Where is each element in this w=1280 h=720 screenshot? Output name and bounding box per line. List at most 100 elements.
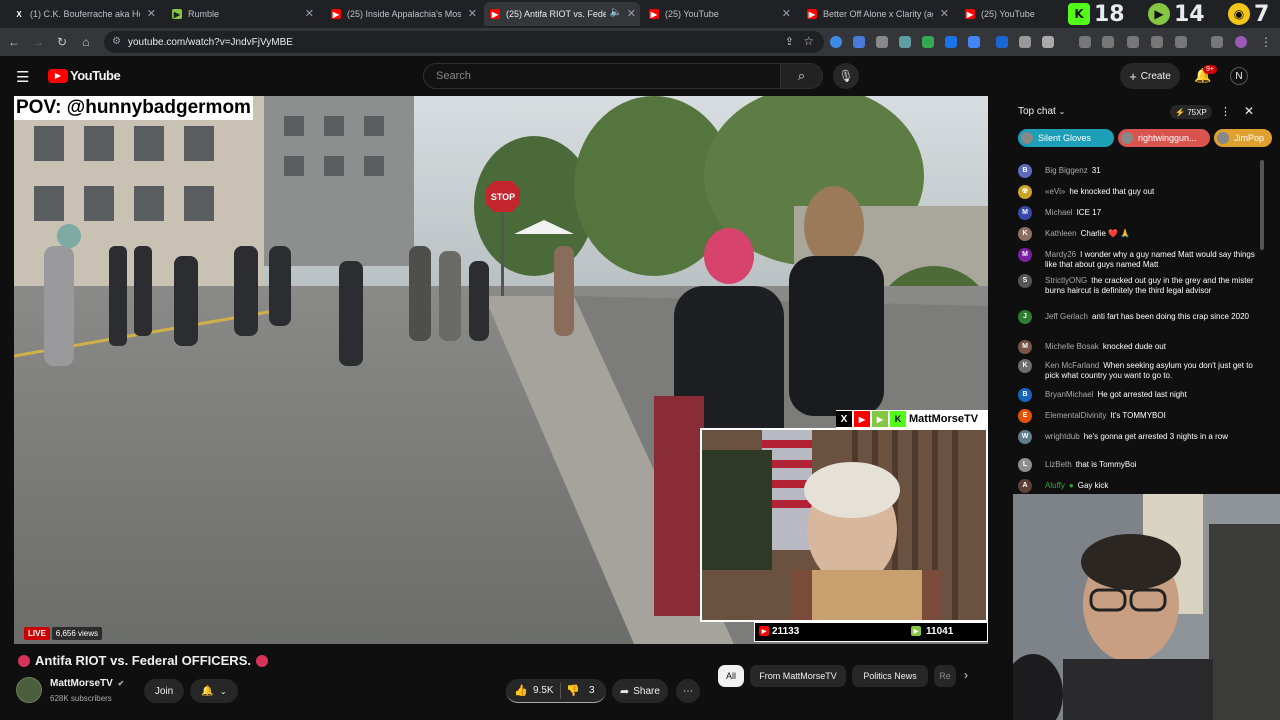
dislike-count[interactable]: 3 — [589, 685, 595, 696]
ticker-item[interactable]: Silent Gloves — [1018, 129, 1114, 147]
close-icon[interactable]: ✕ — [627, 7, 636, 20]
chat-author[interactable]: StrictlyONG — [1045, 276, 1087, 285]
more-vert-icon[interactable]: ⋮ — [1220, 105, 1231, 118]
chat-avatar[interactable]: W — [1018, 430, 1032, 444]
chip-partial[interactable]: Re — [934, 665, 956, 687]
browser-tab[interactable]: X (1) C.K. Bouferrache aka Honey ✕ — [8, 2, 160, 26]
chip-from-channel[interactable]: From MattMorseTV — [750, 665, 846, 687]
chat-author[interactable]: wrightdub — [1045, 432, 1080, 441]
ticker-item[interactable]: rightwinggun... — [1118, 129, 1210, 147]
extension-icon[interactable] — [922, 36, 934, 48]
chat-avatar[interactable]: K — [1018, 227, 1032, 241]
channel-name[interactable]: MattMorseTV — [50, 678, 113, 689]
search-input[interactable]: Search — [423, 63, 781, 89]
close-icon[interactable]: ✕ — [468, 7, 477, 20]
chat-author[interactable]: Michael — [1045, 208, 1073, 217]
search-button[interactable]: ⌕ — [781, 63, 823, 89]
channel-avatar[interactable] — [16, 677, 42, 703]
back-icon[interactable]: ← — [6, 34, 22, 50]
browser-tab[interactable]: ▶ (25) YouTube ✕ — [643, 2, 795, 26]
download-icon[interactable] — [1175, 36, 1187, 48]
chat-mode-dropdown[interactable]: Top chat ⌄ — [1018, 106, 1065, 117]
browser-tab-active[interactable]: ▶ (25) Antifa RIOT vs. Fede 🔈 ✕ — [484, 2, 640, 26]
chat-author[interactable]: Michelle Bosak — [1045, 342, 1099, 351]
site-info-icon[interactable]: ⚙ — [112, 36, 121, 47]
chat-author[interactable]: Kathleen — [1045, 229, 1077, 238]
chat-avatar[interactable]: B — [1018, 388, 1032, 402]
extension-icon[interactable] — [1019, 36, 1031, 48]
chevron-right-icon[interactable]: › — [964, 668, 968, 682]
chat-avatar[interactable]: ☢ — [1018, 185, 1032, 199]
chat-author[interactable]: Mardy26 — [1045, 250, 1076, 259]
browser-tab[interactable]: ▶ Better Off Alone x Clarity (agai ✕ — [801, 2, 953, 26]
create-button[interactable]: + Create — [1120, 63, 1180, 89]
account-avatar[interactable]: N — [1230, 67, 1248, 85]
close-icon[interactable]: ✕ — [147, 7, 156, 20]
close-icon[interactable]: ✕ — [940, 7, 949, 20]
share-button[interactable]: ➦ Share — [612, 679, 668, 703]
browser-tab[interactable]: ▶ (25) Inside Appalachia's Most S ✕ — [325, 2, 481, 26]
browser-tab[interactable]: ▶ (25) YouTube — [959, 2, 1059, 26]
chat-avatar[interactable]: M — [1018, 248, 1032, 262]
chat-author[interactable]: Big Biggenz — [1045, 166, 1088, 175]
close-icon[interactable]: ✕ — [782, 7, 791, 20]
hamburger-menu-icon[interactable]: ☰ — [16, 68, 29, 86]
extension-icon[interactable] — [968, 36, 980, 48]
extension-icon[interactable] — [830, 36, 842, 48]
thumbs-down-icon[interactable]: 👎 — [566, 684, 580, 697]
close-icon[interactable]: ✕ — [1244, 104, 1254, 118]
reload-icon[interactable]: ↻ — [54, 34, 70, 50]
address-bar[interactable]: ⚙ youtube.com/watch?v=JndvFjVyMBE ⇪ ☆ — [104, 31, 824, 53]
points-badge[interactable]: ⚡ 75XP — [1170, 105, 1212, 119]
youtube-logo[interactable]: ▶ YouTube — [48, 68, 121, 83]
chat-avatar[interactable]: L — [1018, 458, 1032, 472]
extension-icon[interactable] — [876, 36, 888, 48]
thumbs-up-icon[interactable]: 👍 — [514, 684, 528, 697]
chat-author[interactable]: Jeff Gerlach — [1045, 312, 1088, 321]
extension-icon[interactable] — [1102, 36, 1114, 48]
chat-author[interactable]: «eVi» — [1045, 187, 1065, 196]
chip-politics-news[interactable]: Politics News — [852, 665, 928, 687]
home-icon[interactable]: ⌂ — [78, 34, 94, 50]
chip-all[interactable]: All — [718, 665, 744, 687]
more-actions-button[interactable]: ⋯ — [676, 679, 700, 703]
profile-avatar[interactable] — [1235, 36, 1247, 48]
chat-author[interactable]: LizBeth — [1045, 460, 1072, 469]
extension-icon[interactable] — [945, 36, 957, 48]
chat-avatar[interactable]: B — [1018, 164, 1032, 178]
chat-author-member[interactable]: Aluffy — [1045, 481, 1065, 490]
close-icon[interactable]: ✕ — [305, 7, 314, 20]
chat-author[interactable]: ElementalDivinity — [1045, 411, 1106, 420]
chat-avatar[interactable]: M — [1018, 340, 1032, 354]
chat-avatar[interactable]: K — [1018, 359, 1032, 373]
chat-author[interactable]: BryanMichael — [1045, 390, 1093, 399]
subscribed-button[interactable]: 🔔 ⌄ — [190, 679, 238, 703]
extension-icon[interactable] — [899, 36, 911, 48]
sidepanel-icon[interactable] — [1151, 36, 1163, 48]
voice-search-button[interactable]: 🎙 — [833, 63, 859, 89]
more-vert-icon[interactable]: ⋮ — [1258, 34, 1274, 50]
ticker-item[interactable]: JimPop — [1214, 129, 1272, 147]
chat-avatar[interactable]: A — [1018, 479, 1032, 493]
extension-icon[interactable] — [853, 36, 865, 48]
puzzle-icon[interactable] — [1042, 36, 1054, 48]
install-icon[interactable]: ⇪ — [785, 35, 794, 48]
bookmark-star-icon[interactable]: ☆ — [803, 34, 814, 48]
history-icon[interactable] — [1079, 36, 1091, 48]
chat-scrollbar[interactable] — [1260, 160, 1264, 250]
chat-avatar[interactable]: M — [1018, 206, 1032, 220]
code-icon[interactable] — [1127, 36, 1139, 48]
chat-avatar[interactable]: E — [1018, 409, 1032, 423]
speaker-icon[interactable]: 🔈 — [610, 7, 622, 18]
menu-lines-icon[interactable] — [1211, 36, 1223, 48]
chat-avatar[interactable]: S — [1018, 274, 1032, 288]
video-player[interactable]: STOP POV: @hunnybadgermom X ▶ ▶ K MattMo… — [14, 96, 988, 644]
chat-avatar[interactable]: J — [1018, 310, 1032, 324]
chat-author[interactable]: Ken McFarland — [1045, 361, 1099, 370]
like-count[interactable]: 9.5K — [533, 685, 554, 696]
forward-icon[interactable]: → — [30, 34, 46, 50]
channel-name-row[interactable]: MattMorseTV ✔ — [50, 678, 124, 689]
join-button[interactable]: Join — [144, 679, 184, 703]
extension-icon[interactable] — [996, 36, 1008, 48]
browser-tab[interactable]: ▶ Rumble ✕ — [166, 2, 318, 26]
